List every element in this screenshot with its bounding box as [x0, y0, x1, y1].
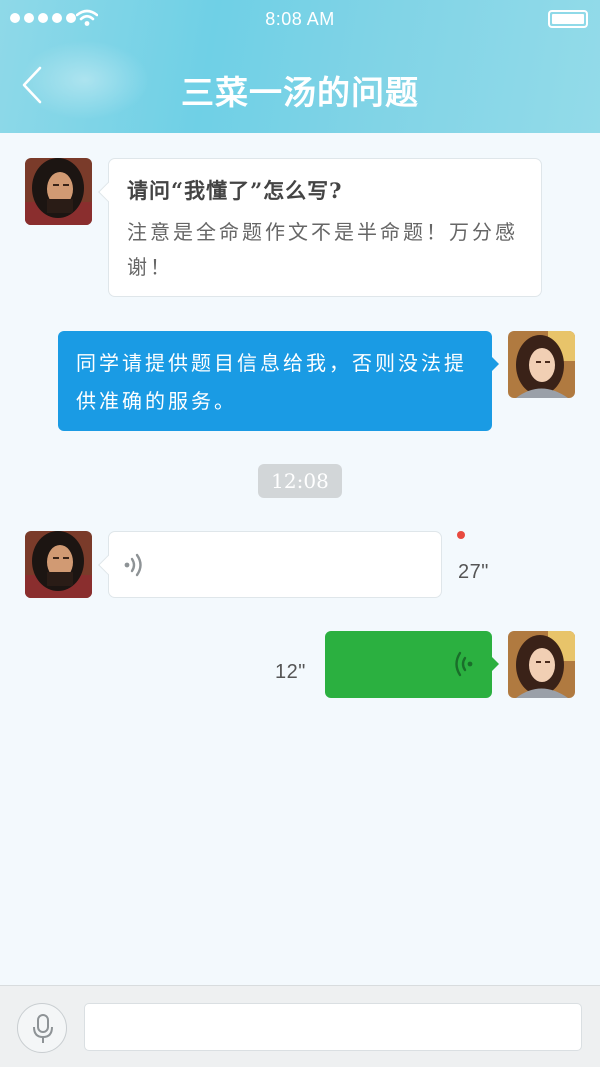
student-avatar[interactable] [25, 531, 92, 598]
input-bar [0, 985, 600, 1067]
voice-wave-icon [455, 651, 473, 677]
message-bubble-outgoing[interactable]: 同学请提供题目信息给我，否则没法提供准确的服务。 [58, 331, 499, 431]
battery-icon [548, 10, 588, 28]
voice-input-button[interactable] [17, 1003, 67, 1053]
teacher-avatar[interactable] [508, 631, 575, 698]
message-title: 请问“我懂了”怎么写? [127, 178, 343, 203]
message-text: 注意是全命题作文不是半命题！万分感谢！ [127, 220, 518, 279]
voice-message-outgoing[interactable] [325, 631, 499, 698]
app-header: 8:08 AM 三菜一汤的问题 [0, 0, 600, 133]
voice-duration: 27" [458, 561, 489, 583]
message-input[interactable] [84, 1003, 582, 1051]
message-bubble-incoming[interactable]: 请问“我懂了”怎么写? 注意是全命题作文不是半命题！万分感谢！ [98, 158, 542, 297]
status-bar: 8:08 AM [0, 0, 600, 38]
student-avatar[interactable] [25, 158, 92, 225]
voice-wave-icon [124, 553, 142, 577]
teacher-avatar[interactable] [508, 331, 575, 398]
voice-duration: 12" [275, 661, 306, 683]
microphone-icon [33, 1014, 53, 1043]
voice-message-incoming[interactable] [98, 531, 442, 598]
unread-indicator [457, 531, 465, 539]
timestamp-badge: 12:08 [258, 464, 342, 498]
message-text: 同学请提供题目信息给我，否则没法提供准确的服务。 [76, 351, 467, 413]
page-title: 三菜一汤的问题 [181, 73, 419, 112]
status-time: 8:08 AM [265, 9, 335, 29]
chat-area[interactable]: 请问“我懂了”怎么写? 注意是全命题作文不是半命题！万分感谢！ 同学请提供题目信… [0, 133, 600, 985]
